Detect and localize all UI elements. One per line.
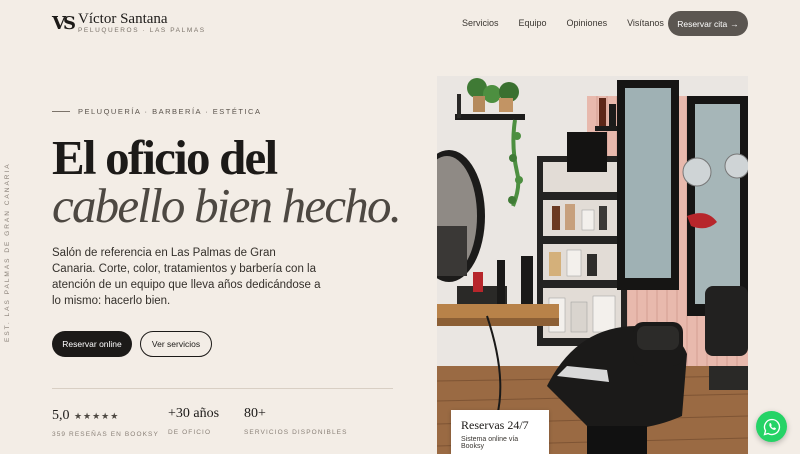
- eyebrow-divider: [52, 111, 70, 112]
- stat-services: 80+ SERVICIOS DISPONIBLES: [244, 406, 348, 436]
- brand-logo-mark[interactable]: VS: [52, 12, 76, 36]
- nav-link-servicios[interactable]: Servicios: [462, 18, 499, 28]
- main-nav: Servicios Equipo Opiniones Visítanos: [462, 18, 664, 28]
- stat-services-label: SERVICIOS DISPONIBLES: [244, 429, 348, 436]
- nav-link-opiniones[interactable]: Opiniones: [567, 18, 608, 28]
- brand-name[interactable]: Víctor Santana: [78, 11, 168, 28]
- site-header: VS Víctor Santana PELUQUEROS · LAS PALMA…: [0, 0, 800, 48]
- salon-illustration: [437, 76, 748, 454]
- whatsapp-icon: [763, 418, 780, 435]
- stat-rating-label: 359 RESEÑAS EN BOOKSY: [52, 431, 159, 438]
- reservas-badge-subtitle: Sistema online vía Booksy: [461, 436, 519, 450]
- brand-tagline: PELUQUEROS · LAS PALMAS: [78, 27, 206, 34]
- nav-link-equipo[interactable]: Equipo: [519, 18, 547, 28]
- stat-rating: 5,0 ★★★★★ 359 RESEÑAS EN BOOKSY: [52, 406, 159, 438]
- stat-years: +30 años DE OFICIO: [168, 406, 219, 436]
- salon-photo: [437, 76, 748, 454]
- eyebrow-text: PELUQUERÍA · BARBERÍA · ESTÉTICA: [78, 107, 262, 116]
- arrow-right-icon: →: [730, 18, 739, 29]
- ver-servicios-button[interactable]: Ver servicios: [140, 331, 212, 357]
- hero-lead: Salón de referencia en Las Palmas de Gra…: [52, 247, 321, 307]
- reservar-online-button[interactable]: Reservar online: [52, 331, 132, 357]
- stats-divider: [52, 388, 393, 389]
- reservas-badge-title: Reservas 24/7: [461, 418, 529, 432]
- nav-link-visitanos[interactable]: Visítanos: [627, 18, 664, 28]
- stat-years-value: +30 años: [168, 406, 220, 421]
- reservas-badge: Reservas 24/7 Sistema online vía Booksy: [451, 410, 549, 454]
- reservar-cita-button[interactable]: Reservar cita →: [668, 11, 748, 36]
- stat-years-label: DE OFICIO: [168, 429, 212, 436]
- reservar-cita-label: Reservar cita: [677, 18, 728, 29]
- stat-services-value: 80+: [244, 406, 266, 421]
- hero-eyebrow: PELUQUERÍA · BARBERÍA · ESTÉTICA: [52, 107, 261, 116]
- star-rating-icon: ★★★★★: [73, 411, 120, 421]
- stat-rating-value: 5,0: [52, 408, 70, 423]
- vertical-side-text: EST. LAS PALMAS DE GRAN CANARIA: [4, 162, 11, 342]
- whatsapp-button[interactable]: [756, 411, 787, 442]
- hero-title-line2: cabello bien hecho.: [52, 178, 402, 233]
